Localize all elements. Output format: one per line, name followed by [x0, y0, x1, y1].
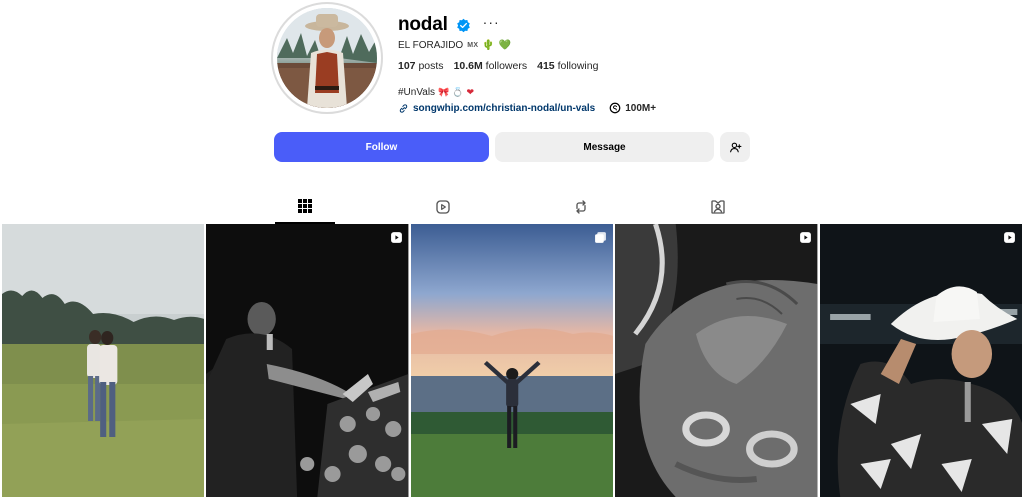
followers-stat[interactable]: 10.6M followers	[454, 60, 528, 72]
bio-link[interactable]: songwhip.com/christian-nodal/un-vals	[413, 103, 595, 114]
post-image	[2, 224, 205, 497]
reel-badge-icon	[1004, 232, 1015, 243]
cactus-emoji-icon: 🌵	[482, 40, 495, 51]
green-heart-emoji-icon: 💚	[498, 40, 512, 51]
tagged-icon	[711, 200, 725, 214]
message-button[interactable]: Message	[495, 132, 714, 162]
grid-icon	[298, 199, 312, 213]
post-tile[interactable]	[819, 224, 1023, 497]
post-tile[interactable]	[206, 224, 409, 497]
avatar-image	[277, 8, 377, 108]
verified-badge-icon	[456, 18, 470, 32]
flag-mx-icon: MX	[467, 42, 479, 49]
carousel-badge-icon	[595, 232, 607, 243]
post-tile[interactable]	[410, 224, 614, 497]
red-heart-emoji-icon: ❤	[466, 87, 475, 97]
ribbon-emoji-icon: 🎀	[438, 87, 450, 97]
full-name: EL FORAJIDO MX 🌵 💚	[398, 40, 511, 51]
ring-emoji-icon: 💍	[452, 87, 464, 97]
bio-text: #UnVals	[398, 87, 436, 98]
threads-badge[interactable]: 100M+	[609, 102, 656, 114]
post-tile[interactable]	[2, 224, 205, 497]
more-options-icon[interactable]: ···	[483, 14, 500, 30]
tab-posts[interactable]	[275, 190, 335, 224]
reel-badge-icon	[799, 232, 811, 243]
following-stat[interactable]: 415 following	[537, 60, 598, 72]
add-user-icon	[729, 142, 741, 152]
tab-tagged[interactable]	[688, 190, 748, 224]
follow-button[interactable]: Follow	[274, 132, 489, 162]
repost-icon	[576, 200, 586, 214]
reel-badge-icon	[390, 232, 402, 243]
post-image	[410, 224, 614, 497]
suggested-users-button[interactable]	[720, 132, 750, 162]
post-image	[615, 224, 818, 497]
post-image	[819, 224, 1023, 497]
link-row: songwhip.com/christian-nodal/un-vals 100…	[398, 102, 656, 114]
tab-reposts[interactable]	[551, 190, 611, 224]
posts-stat: 107 posts	[398, 60, 444, 72]
profile-stats: 107 posts 10.6M followers 415 following	[398, 60, 598, 72]
username-row: nodal ···	[398, 14, 500, 36]
threads-icon	[609, 102, 621, 114]
reels-icon	[436, 200, 450, 214]
tab-reels[interactable]	[413, 190, 473, 224]
profile-avatar[interactable]	[271, 2, 383, 114]
post-image	[206, 224, 409, 497]
bio: #UnVals 🎀 💍 ❤	[398, 87, 474, 98]
link-icon	[399, 103, 408, 113]
threads-count: 100M+	[625, 102, 657, 114]
full-name-text: EL FORAJIDO	[398, 40, 464, 51]
posts-grid	[2, 224, 1023, 497]
username: nodal	[398, 14, 448, 35]
post-tile[interactable]	[615, 224, 818, 497]
profile-tabs	[274, 190, 750, 224]
